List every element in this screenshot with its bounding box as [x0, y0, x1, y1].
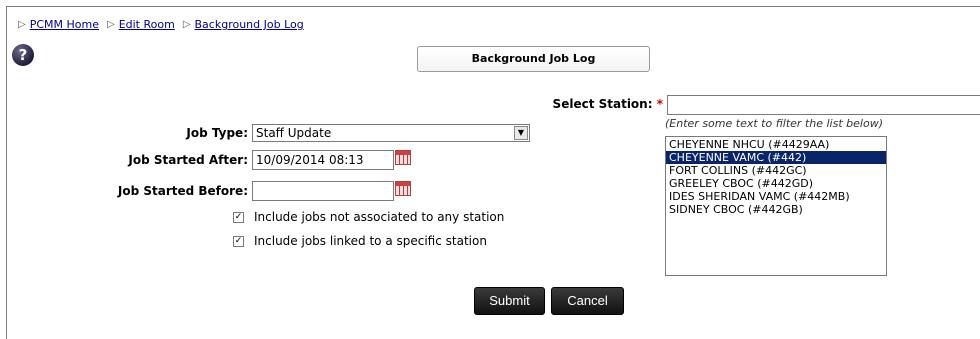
breadcrumb-link-edit-room[interactable]: Edit Room [119, 18, 175, 31]
job-type-select[interactable]: Staff Update ▼ [252, 124, 530, 142]
station-option[interactable]: IDES SHERIDAN VAMC (#442MB) [666, 190, 886, 203]
station-option[interactable]: CHEYENNE NHCU (#4429AA) [666, 138, 886, 151]
station-filter-hint: (Enter some text to filter the list belo… [665, 117, 883, 130]
cancel-button[interactable]: Cancel [551, 287, 624, 315]
page-title: Background Job Log [417, 46, 650, 72]
station-option[interactable]: GREELEY CBOC (#442GD) [666, 177, 886, 190]
calendar-icon[interactable] [395, 150, 411, 165]
breadcrumb-arrow-icon: ▷ [106, 19, 115, 30]
station-option-selected[interactable]: CHEYENNE VAMC (#442) [666, 151, 886, 164]
breadcrumb-link-pcmm-home[interactable]: PCMM Home [30, 18, 99, 31]
calendar-icon[interactable] [395, 181, 411, 196]
job-type-label: Job Type: [186, 126, 248, 140]
started-before-label: Job Started Before: [117, 184, 248, 198]
required-marker: * [656, 97, 663, 111]
specific-station-checkbox-label: Include jobs linked to a specific statio… [254, 234, 487, 248]
help-icon[interactable]: ? [12, 44, 34, 66]
started-before-input[interactable] [252, 181, 394, 201]
job-type-value: Staff Update [256, 126, 332, 140]
station-filter-input[interactable] [667, 95, 980, 115]
breadcrumb-link-background-job-log[interactable]: Background Job Log [195, 18, 304, 31]
breadcrumb-arrow-icon: ▷ [18, 19, 26, 30]
no-station-checkbox-label: Include jobs not associated to any stati… [254, 210, 505, 224]
breadcrumb-arrow-icon: ▷ [182, 19, 191, 30]
submit-button[interactable]: Submit [474, 287, 545, 315]
station-listbox[interactable]: CHEYENNE NHCU (#4429AA) CHEYENNE VAMC (#… [665, 136, 887, 276]
chevron-down-icon[interactable]: ▼ [514, 126, 528, 140]
no-station-checkbox[interactable]: ✓ [233, 212, 244, 223]
breadcrumb: ▷ PCMM Home ▷ Edit Room ▷ Background Job… [18, 18, 312, 31]
specific-station-checkbox[interactable]: ✓ [233, 236, 244, 247]
station-option[interactable]: FORT COLLINS (#442GC) [666, 164, 886, 177]
station-option[interactable]: SIDNEY CBOC (#442GB) [666, 203, 886, 216]
started-after-label: Job Started After: [128, 153, 248, 167]
station-label: Select Station: * [552, 97, 663, 111]
started-after-input[interactable]: 10/09/2014 08:13 [252, 150, 394, 170]
